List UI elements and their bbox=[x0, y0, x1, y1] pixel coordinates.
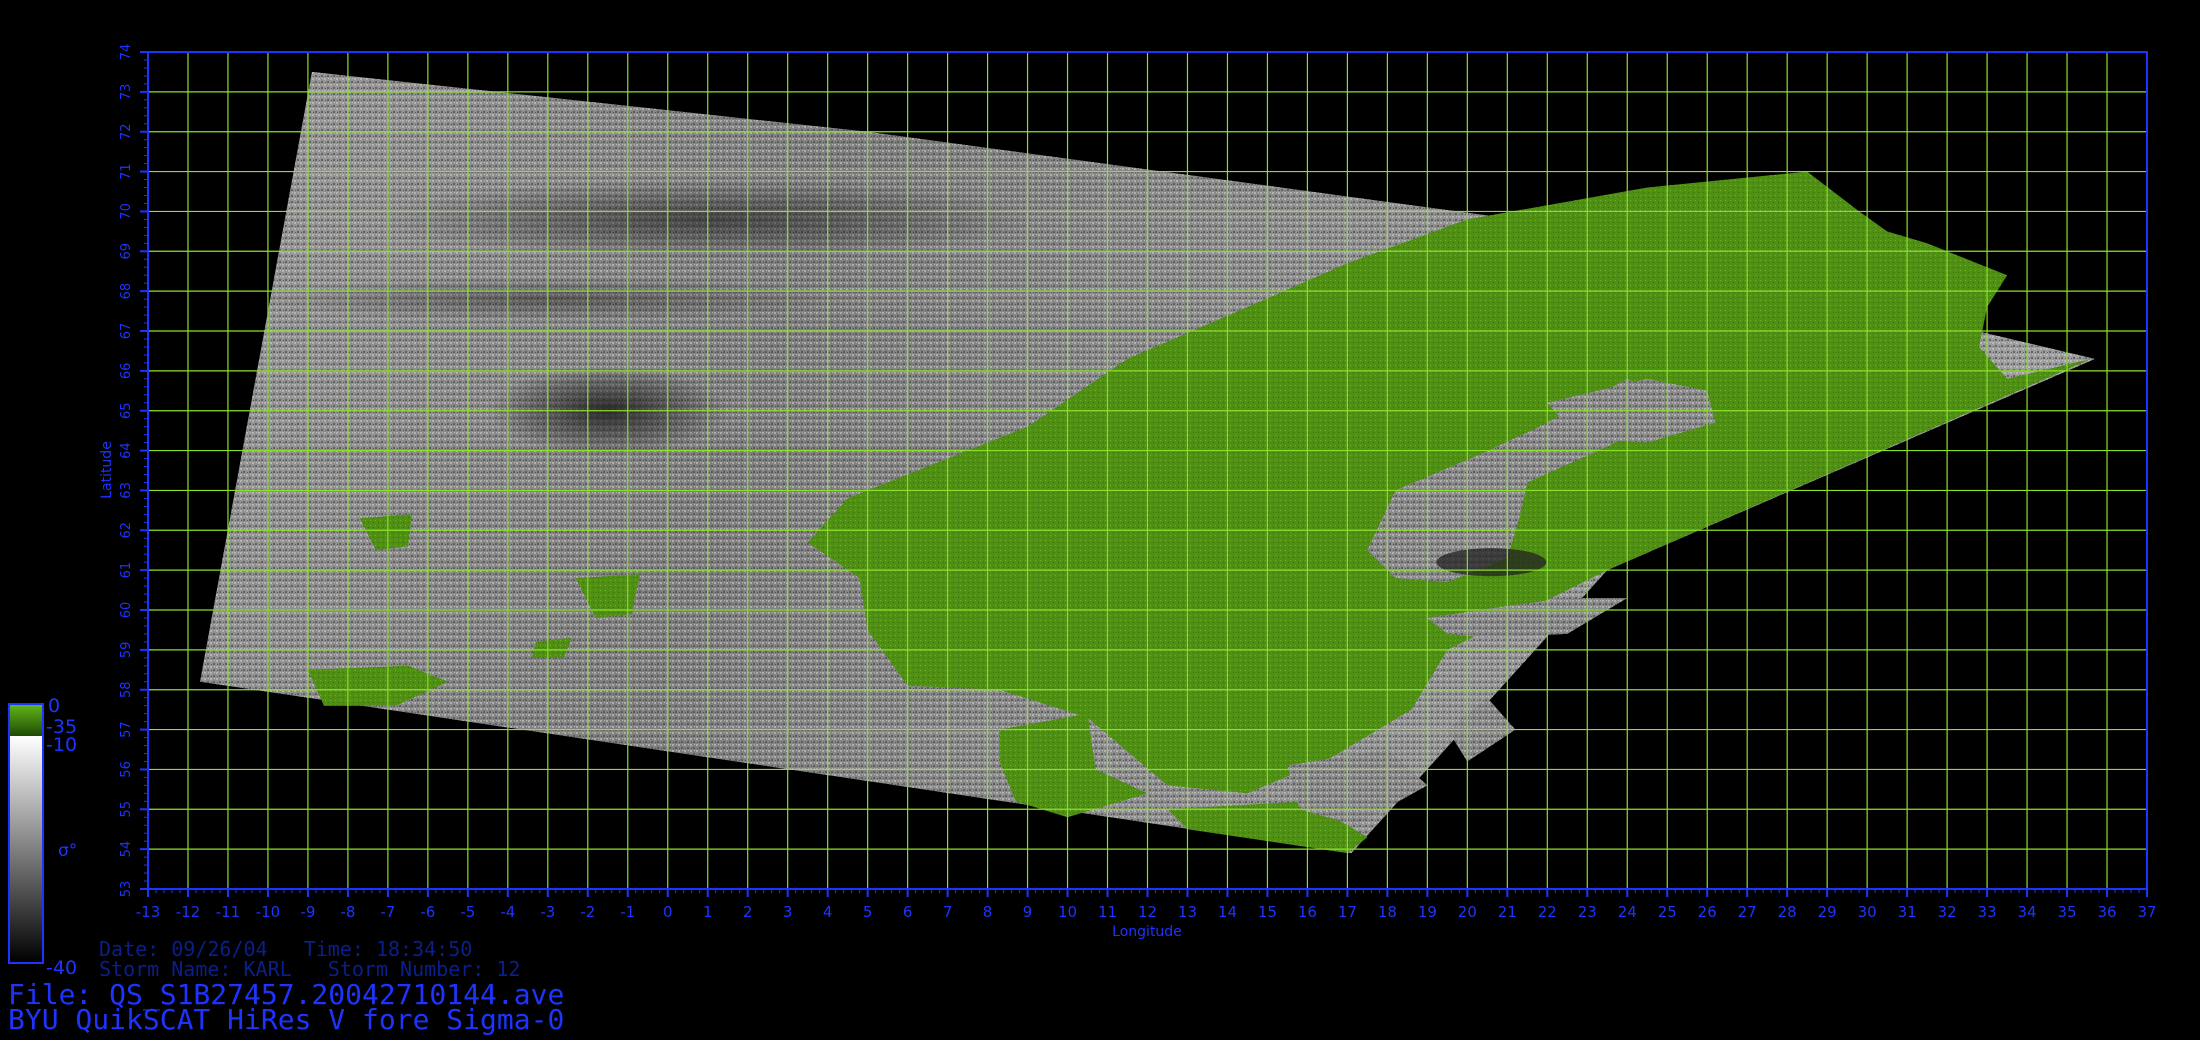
lon-tick-label: -1 bbox=[620, 903, 635, 921]
lon-tick-label: 30 bbox=[1858, 903, 1877, 921]
lon-tick-label: 14 bbox=[1218, 903, 1237, 921]
lat-tick-label: 69 bbox=[119, 243, 134, 260]
lon-tick-label: 22 bbox=[1538, 903, 1557, 921]
lon-tick-label: 26 bbox=[1698, 903, 1717, 921]
lon-tick-label: 7 bbox=[943, 903, 953, 921]
lon-tick-label: 2 bbox=[743, 903, 753, 921]
lon-tick-label: -10 bbox=[256, 903, 281, 921]
lon-tick-label: 27 bbox=[1738, 903, 1757, 921]
lon-tick-label: 19 bbox=[1418, 903, 1437, 921]
lat-tick-label: 63 bbox=[119, 482, 134, 499]
lon-tick-label: 15 bbox=[1258, 903, 1277, 921]
lon-tick-label: 16 bbox=[1298, 903, 1317, 921]
lon-tick-label: 35 bbox=[2057, 903, 2076, 921]
lat-tick-label: 73 bbox=[119, 84, 134, 101]
lon-tick-label: -6 bbox=[420, 903, 435, 921]
lat-tick-label: 61 bbox=[119, 562, 134, 579]
lon-tick-label: 11 bbox=[1098, 903, 1117, 921]
storm-line: Storm Name: KARL Storm Number: 12 bbox=[99, 957, 521, 981]
lon-tick-label: 5 bbox=[863, 903, 873, 921]
lon-tick-label: 29 bbox=[1818, 903, 1837, 921]
lon-tick-label: -7 bbox=[380, 903, 395, 921]
x-axis-label: Longitude bbox=[1112, 924, 1182, 940]
lon-tick-label: -11 bbox=[216, 903, 241, 921]
lon-tick-label: 18 bbox=[1378, 903, 1397, 921]
lat-tick-label: 65 bbox=[119, 402, 134, 419]
lon-tick-label: 17 bbox=[1338, 903, 1357, 921]
lon-tick-label: 10 bbox=[1058, 903, 1077, 921]
lon-tick-label: 34 bbox=[2018, 903, 2037, 921]
colorbar-sea-bottom-label: -40 bbox=[46, 957, 77, 979]
latitude-tick-labels: 53 54 55 56 57 58 59 60 61 62 63 64 65 66 67 68 69 70 71 72… bbox=[119, 44, 148, 898]
lon-tick-label: 32 bbox=[1938, 903, 1957, 921]
lon-tick-label: 8 bbox=[983, 903, 993, 921]
lon-tick-label: 1 bbox=[703, 903, 713, 921]
lat-tick-label: 57 bbox=[119, 721, 134, 738]
lat-tick-label: 72 bbox=[119, 123, 134, 140]
colorbar-land-segment bbox=[9, 704, 43, 736]
lat-tick-label: 64 bbox=[119, 442, 134, 459]
lat-tick-label: 66 bbox=[119, 363, 134, 380]
lon-tick-label: 9 bbox=[1023, 903, 1033, 921]
lon-tick-label: 13 bbox=[1178, 903, 1197, 921]
lon-tick-label: -3 bbox=[540, 903, 555, 921]
colorbar-land-top-label: 0 bbox=[48, 695, 60, 717]
lat-tick-label: 60 bbox=[119, 602, 134, 619]
sigma0-map: -13 -12 -11 -10 -9 -8 -7 -6 -5 -4 -3 -2 -1 0 1 2 3 4 5 6 7 8 9… bbox=[8, 44, 2157, 979]
lon-tick-label: 28 bbox=[1778, 903, 1797, 921]
lat-tick-label: 54 bbox=[119, 841, 134, 858]
colorbar-sigma-symbol: σ° bbox=[58, 841, 77, 861]
lon-tick-label: -4 bbox=[500, 903, 515, 921]
bothnia-dark-core bbox=[1436, 548, 1547, 577]
lon-tick-label: -8 bbox=[340, 903, 355, 921]
lon-tick-label: -12 bbox=[176, 903, 201, 921]
lon-tick-label: 4 bbox=[823, 903, 833, 921]
lon-tick-label: 36 bbox=[2097, 903, 2116, 921]
lon-tick-label: -13 bbox=[136, 903, 161, 921]
lon-tick-label: -5 bbox=[460, 903, 475, 921]
lat-tick-label: 70 bbox=[119, 203, 134, 220]
lat-tick-label: 68 bbox=[119, 283, 134, 300]
lon-tick-label: 25 bbox=[1658, 903, 1677, 921]
lat-tick-label: 59 bbox=[119, 642, 134, 659]
lat-tick-label: 58 bbox=[119, 681, 134, 698]
lon-tick-label: -9 bbox=[300, 903, 315, 921]
lat-tick-label: 53 bbox=[119, 881, 134, 898]
colorbar-sea-top-label: -10 bbox=[46, 734, 77, 756]
colorbar-sea-segment bbox=[9, 736, 43, 963]
lon-tick-label: 31 bbox=[1898, 903, 1917, 921]
lat-tick-label: 62 bbox=[119, 522, 134, 539]
lon-tick-label: 33 bbox=[1978, 903, 1997, 921]
lat-tick-label: 71 bbox=[119, 163, 134, 180]
lon-tick-label: -2 bbox=[580, 903, 595, 921]
lon-tick-label: 12 bbox=[1138, 903, 1157, 921]
lon-tick-label: 6 bbox=[903, 903, 913, 921]
lon-tick-label: 3 bbox=[783, 903, 793, 921]
longitude-tick-labels: -13 -12 -11 -10 -9 -8 -7 -6 -5 -4 -3 -2 -1 0 1 2 3 4 5 6 7 8 9… bbox=[136, 889, 2157, 921]
lat-tick-label: 67 bbox=[119, 323, 134, 340]
sigma0-colorbar: 0 -35 -10 -40 σ° bbox=[8, 695, 77, 979]
product-description-line: BYU QuikSCAT HiRes V fore Sigma-0 bbox=[8, 1003, 565, 1036]
lon-tick-label: 24 bbox=[1618, 903, 1637, 921]
lat-tick-label: 55 bbox=[119, 801, 134, 818]
lon-tick-label: 20 bbox=[1458, 903, 1477, 921]
y-axis-label: Latitude bbox=[99, 441, 115, 499]
lat-tick-label: 56 bbox=[119, 761, 134, 778]
lon-tick-label: 21 bbox=[1498, 903, 1517, 921]
lon-tick-label: 37 bbox=[2137, 903, 2156, 921]
lon-tick-label: 0 bbox=[663, 903, 673, 921]
lat-tick-label: 74 bbox=[119, 44, 134, 61]
lon-tick-label: 23 bbox=[1578, 903, 1597, 921]
